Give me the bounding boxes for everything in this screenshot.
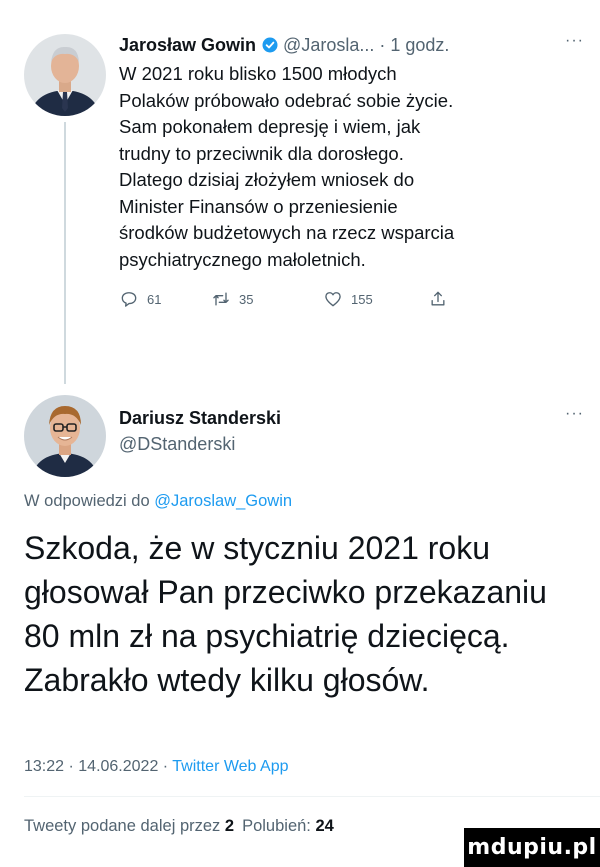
replying-to-handle-link[interactable]: @Jaroslaw_Gowin <box>154 492 292 510</box>
meta-separator-1: · <box>64 758 79 775</box>
reply-author-handle[interactable]: @DStanderski <box>119 431 584 457</box>
retweet-icon <box>213 292 229 306</box>
meta-separator-2: · <box>158 758 173 775</box>
share-button[interactable] <box>428 289 456 309</box>
retweet-count: 35 <box>239 291 254 307</box>
divider <box>24 796 600 797</box>
avatar-standerski[interactable] <box>24 395 106 477</box>
like-count: 155 <box>351 291 373 307</box>
replying-to: W odpowiedzi do @Jaroslaw_Gowin <box>24 492 292 511</box>
reply-icon <box>121 292 137 307</box>
thread-line <box>64 122 66 384</box>
reply-count: 61 <box>147 291 162 307</box>
reply-time[interactable]: 13:22 <box>24 758 64 775</box>
author-handle[interactable]: @Jarosla... <box>283 35 374 56</box>
verified-badge-icon <box>262 37 278 53</box>
tweet-text: W 2021 roku blisko 1500 młodych Polaków … <box>119 63 455 270</box>
reply-stats: Tweety podane dalej przez 2 Polubień: 24 <box>24 817 334 836</box>
retweets-count[interactable]: 2 <box>225 817 234 835</box>
reply-button[interactable]: 61 <box>119 289 211 309</box>
retweet-button[interactable]: 35 <box>211 289 323 309</box>
reply-meta: 13:22 · 14.06.2022 · Twitter Web App <box>24 758 288 776</box>
reply-author-name[interactable]: Dariusz Standerski <box>119 405 584 431</box>
reply-text: Szkoda, że w styczniu 2021 roku głosował… <box>24 530 547 698</box>
share-icon <box>431 291 445 306</box>
more-options-icon[interactable]: ··· <box>565 32 584 50</box>
tweet-actions: 61 35 155 <box>119 289 584 309</box>
avatar-gowin[interactable] <box>24 34 106 116</box>
reply-header: Dariusz Standerski @DStanderski ··· <box>119 405 584 457</box>
tweet-main[interactable]: Jarosław Gowin @Jarosla... · 1 godz. ···… <box>119 32 584 309</box>
like-button[interactable]: 155 <box>323 289 428 309</box>
reply-source-link[interactable]: Twitter Web App <box>172 758 288 775</box>
reply-more-options-icon[interactable]: ··· <box>565 405 584 423</box>
time-separator: · <box>379 34 386 55</box>
watermark-logo: mdupiu.pl <box>464 828 600 867</box>
tweet-header: Jarosław Gowin @Jarosla... · 1 godz. <box>119 32 584 58</box>
heart-icon <box>325 292 341 307</box>
likes-label: Polubień: <box>242 817 316 835</box>
reply-date[interactable]: 14.06.2022 <box>78 758 158 775</box>
likes-count[interactable]: 24 <box>315 817 333 835</box>
replying-to-prefix: W odpowiedzi do <box>24 492 155 510</box>
tweet-time[interactable]: 1 godz. <box>390 35 449 56</box>
author-name[interactable]: Jarosław Gowin <box>119 35 256 56</box>
retweets-label: Tweety podane dalej przez <box>24 817 225 835</box>
